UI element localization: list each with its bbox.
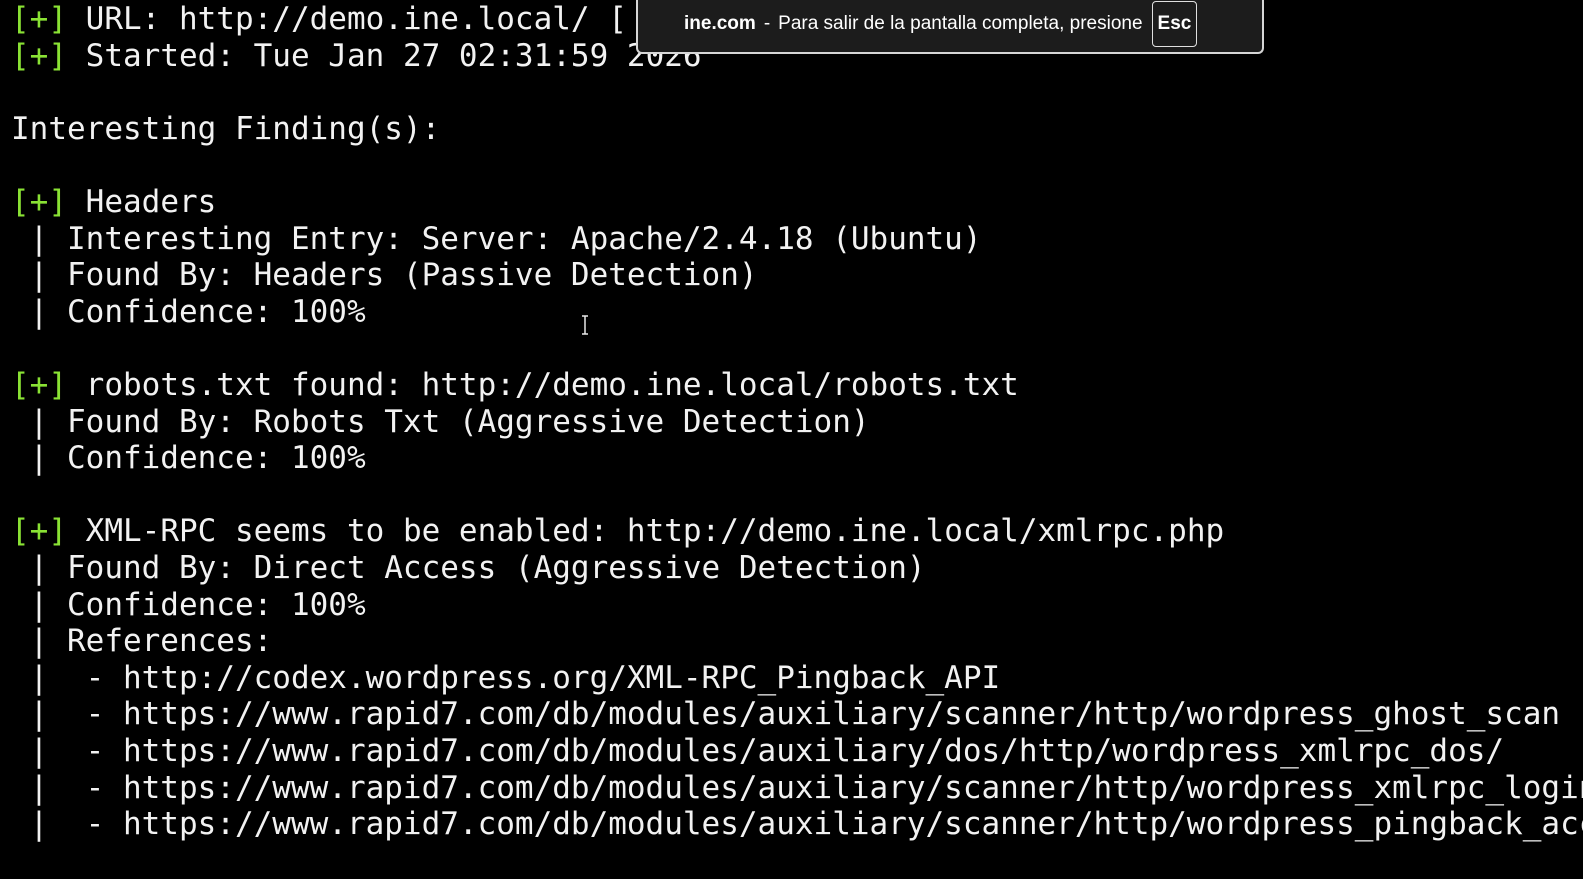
- terminal-line-text: | - http://codex.wordpress.org/XML-RPC_P…: [11, 659, 1001, 696]
- terminal-line-text: Started: Tue Jan 27 02:31:59 2026: [67, 37, 702, 74]
- terminal-line-text: | - https://www.rapid7.com/db/modules/au…: [11, 769, 1583, 806]
- terminal-line: | References:: [11, 623, 273, 660]
- terminal-line-text: | References:: [11, 623, 273, 660]
- terminal-line-text: | Interesting Entry: Server: Apache/2.4.…: [11, 220, 982, 257]
- status-tag: [+]: [11, 367, 67, 403]
- terminal-line-text: URL: http://demo.ine.local/ [: [67, 1, 627, 37]
- terminal-line: | - https://www.rapid7.com/db/modules/au…: [11, 806, 1583, 843]
- terminal-line-text: Headers: [67, 184, 217, 220]
- terminal-line-text: | Found By: Direct Access (Aggressive De…: [11, 550, 926, 586]
- terminal-line-text: | Found By: Robots Txt (Aggressive Detec…: [11, 403, 870, 440]
- terminal-line-text: Interesting Finding(s):: [11, 110, 441, 147]
- status-tag: [+]: [11, 184, 67, 220]
- terminal-line: | Confidence: 100%: [11, 587, 366, 624]
- terminal-line-text: | Confidence: 100%: [11, 586, 366, 623]
- terminal-line-text: | - https://www.rapid7.com/db/modules/au…: [11, 806, 1583, 843]
- terminal-line: [+] URL: http://demo.ine.local/ [: [11, 1, 627, 38]
- text-cursor-icon: [582, 315, 588, 335]
- terminal-line: [+] Started: Tue Jan 27 02:31:59 2026: [11, 38, 702, 75]
- terminal-window[interactable]: [+] URL: http://demo.ine.local/ [[+] Sta…: [0, 0, 1583, 879]
- terminal-line: | Found By: Headers (Passive Detection): [11, 257, 758, 294]
- terminal-line: | - https://www.rapid7.com/db/modules/au…: [11, 770, 1583, 807]
- terminal-line: | - https://www.rapid7.com/db/modules/au…: [11, 733, 1504, 770]
- status-tag: [+]: [11, 513, 67, 550]
- fullscreen-notification: ine.com - Para salir de la pantalla comp…: [636, 0, 1264, 54]
- terminal-line: | Found By: Robots Txt (Aggressive Detec…: [11, 404, 870, 441]
- terminal-line-text: | - https://www.rapid7.com/db/modules/au…: [11, 696, 1561, 733]
- terminal-line-text: | - https://www.rapid7.com/db/modules/au…: [11, 733, 1505, 769]
- terminal-line: | Confidence: 100%: [11, 294, 366, 331]
- terminal-line-text: | Found By: Headers (Passive Detection): [11, 257, 758, 294]
- status-tag: [+]: [11, 37, 67, 74]
- fullscreen-domain: ine.com: [684, 13, 756, 34]
- terminal-line: [+] robots.txt found: http://demo.ine.lo…: [11, 367, 1019, 404]
- fullscreen-message: Para salir de la pantalla completa, pres…: [778, 13, 1143, 34]
- terminal-line: [+] Headers: [11, 184, 216, 221]
- fullscreen-separator: -: [763, 13, 771, 34]
- terminal-line-text: | Confidence: 100%: [11, 440, 366, 477]
- terminal-line: | - https://www.rapid7.com/db/modules/au…: [11, 696, 1560, 733]
- status-tag: [+]: [11, 1, 67, 37]
- terminal-line: | Interesting Entry: Server: Apache/2.4.…: [11, 221, 982, 258]
- terminal-line: Interesting Finding(s):: [11, 111, 440, 148]
- terminal-line-text: XML-RPC seems to be enabled: http://demo…: [67, 513, 1225, 550]
- terminal-line: | Confidence: 100%: [11, 440, 366, 477]
- terminal-line-text: | Confidence: 100%: [11, 293, 366, 330]
- terminal-line: | Found By: Direct Access (Aggressive De…: [11, 550, 926, 587]
- terminal-line: [+] XML-RPC seems to be enabled: http://…: [11, 513, 1224, 550]
- esc-key-hint[interactable]: Esc: [1151, 1, 1198, 47]
- terminal-line: | - http://codex.wordpress.org/XML-RPC_P…: [11, 659, 1001, 697]
- terminal-line-text: robots.txt found: http://demo.ine.local/…: [67, 367, 1019, 403]
